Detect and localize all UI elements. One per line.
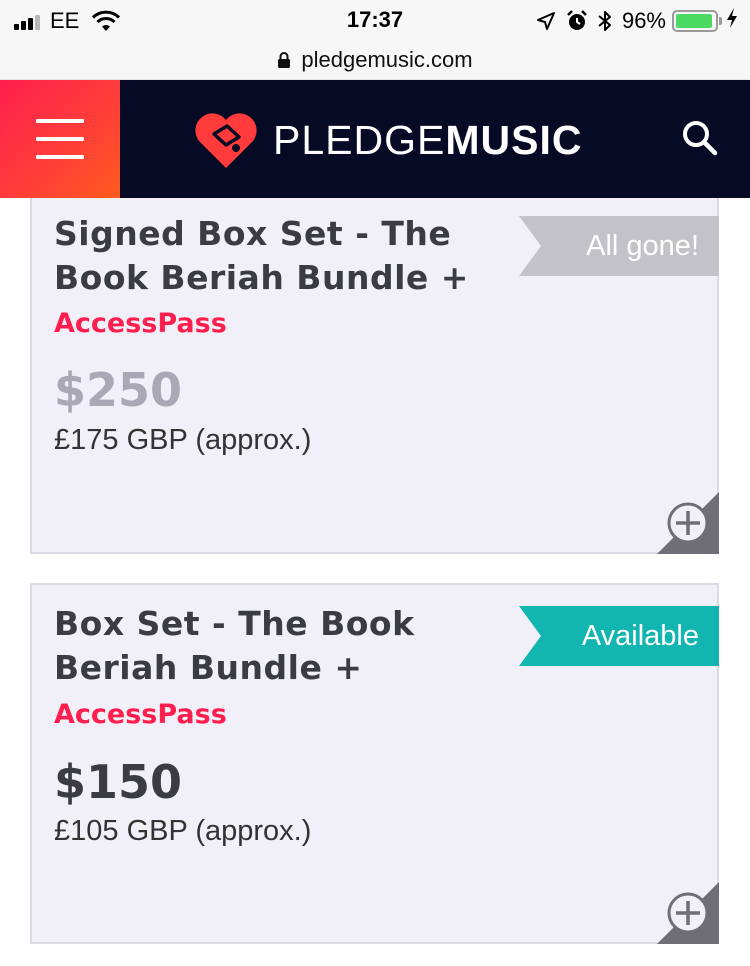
card-price: $250: [54, 363, 183, 417]
url-text: pledgemusic.com: [301, 46, 473, 72]
card-price-approx: £105 GBP (approx.): [54, 815, 312, 847]
heart-logo-icon: [195, 113, 257, 168]
logo-text-pledge: PLEDGE: [273, 116, 446, 163]
lock-icon: [277, 51, 291, 69]
address-bar[interactable]: pledgemusic.com: [0, 40, 750, 80]
card-title-line2: Book Beriah Bundle +: [54, 258, 469, 297]
menu-line: [36, 137, 84, 141]
battery-level-fill: [676, 14, 713, 28]
expand-plus-icon[interactable]: [657, 492, 719, 554]
logo-text-music: MUSIC: [445, 116, 583, 163]
pledgemusic-logo[interactable]: PLEDGEMUSIC: [193, 110, 582, 170]
alarm-icon: [566, 10, 588, 32]
expand-plus-icon[interactable]: [657, 882, 719, 944]
site-header: PLEDGEMUSIC: [0, 80, 750, 198]
card-title-line1: Box Set - The Book: [54, 604, 415, 643]
card-title-line2: Beriah Bundle +: [54, 648, 363, 687]
battery-percent: 96%: [621, 8, 666, 33]
charging-icon: [726, 7, 738, 35]
card-price-approx: £175 GBP (approx.): [54, 424, 312, 456]
battery-icon: [672, 10, 722, 32]
status-badge-available: Available: [519, 606, 719, 666]
status-badge-all-gone: All gone!: [519, 216, 719, 276]
location-arrow-icon: [536, 11, 556, 31]
menu-line: [36, 119, 84, 123]
search-icon[interactable]: [680, 118, 720, 158]
status-bar: EE 17:37 96%: [0, 0, 750, 40]
card-accesspass-label: AccessPass: [54, 308, 227, 339]
card-accesspass-label: AccessPass: [54, 699, 227, 730]
card-title-line1: Signed Box Set - The: [54, 214, 452, 253]
menu-line: [36, 155, 84, 159]
card-price: $150: [54, 755, 183, 809]
pledge-card-box-set[interactable]: Box Set - The Book Beriah Bundle + Acces…: [30, 583, 719, 944]
bluetooth-icon: [598, 10, 612, 32]
pledge-card-signed-box-set[interactable]: Signed Box Set - The Book Beriah Bundle …: [30, 198, 719, 554]
hamburger-menu-button[interactable]: [0, 80, 120, 198]
